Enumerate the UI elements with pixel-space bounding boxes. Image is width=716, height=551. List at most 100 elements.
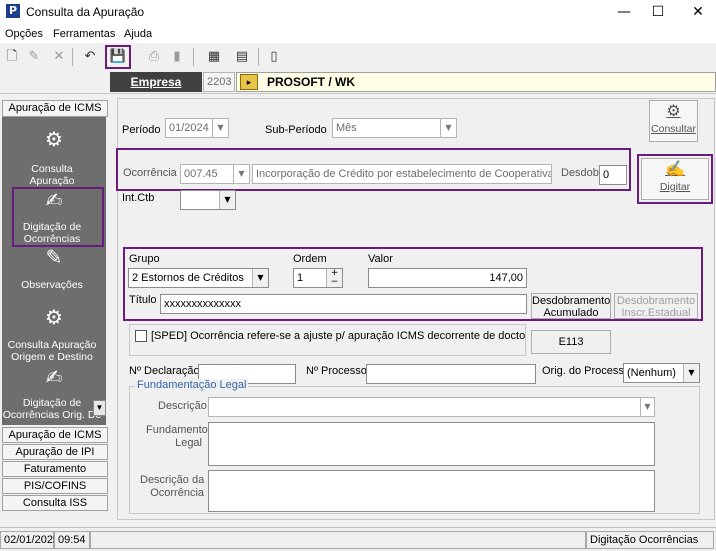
digitar-button[interactable]: ✍ Digitar xyxy=(641,158,709,200)
grupo-value: 2 Estornos de Créditos xyxy=(132,272,244,284)
undo-icon[interactable]: ↶ xyxy=(80,47,100,67)
nav-scroll-down-icon[interactable]: ▼ xyxy=(93,400,106,416)
label-line: Legal xyxy=(175,437,202,449)
descricao-ocorrencia-label: Descrição da Ocorrência xyxy=(140,474,204,500)
nav-item-label: Apuração xyxy=(29,175,75,187)
exit-door-icon[interactable]: ▯ xyxy=(264,47,284,67)
chevron-down-icon: ▼ xyxy=(233,165,249,183)
ocorrencia-code-select[interactable]: 007.45 ▼ xyxy=(180,164,250,184)
calculator-icon[interactable]: ▦ xyxy=(204,47,224,67)
descricao-ocorrencia-textarea[interactable] xyxy=(208,470,655,512)
processo-label: Nº Processo xyxy=(306,365,367,377)
titulo-label: Título xyxy=(129,294,157,306)
ordem-label: Ordem xyxy=(293,253,327,265)
observacoes-icon[interactable]: ✎ xyxy=(40,245,68,269)
ocorrencia-code: 007.45 xyxy=(184,168,218,180)
chevron-down-icon: ▼ xyxy=(212,119,228,137)
close-button[interactable]: ✕ xyxy=(683,2,713,22)
periodo-select[interactable]: 01/2024 ▼ xyxy=(165,118,229,138)
button-label: Acumulado xyxy=(543,307,599,319)
label-line: Ocorrência xyxy=(150,487,204,499)
consulta-origem-destino-icon[interactable]: ⚙ xyxy=(40,305,68,329)
status-message xyxy=(90,531,586,549)
nav-item-observacoes[interactable]: Observações xyxy=(2,279,102,291)
nav-button-pis-cofins[interactable]: PIS/COFINS xyxy=(2,478,108,494)
empresa-label: Empresa xyxy=(110,72,202,92)
fundamento-legal-textarea[interactable] xyxy=(208,422,655,466)
button-label: Desdobramento xyxy=(532,295,611,307)
nav-item-label: Digitação de xyxy=(22,397,82,409)
nav-item-consulta-origem-destino[interactable]: Consulta Apuração Origem e Destino xyxy=(2,339,102,363)
subperiodo-value: Mês xyxy=(336,122,357,134)
print-icon[interactable]: ⎙ xyxy=(144,47,164,67)
new-document-icon[interactable]: 🗋 xyxy=(2,47,22,67)
empresa-code-field[interactable]: 2203 xyxy=(203,72,235,92)
maximize-button[interactable]: ☐ xyxy=(643,2,673,22)
button-label: Inscr.Estadual xyxy=(621,307,691,319)
nav-button-faturamento[interactable]: Faturamento xyxy=(2,461,108,477)
dirf-icon[interactable]: ▤ xyxy=(232,47,252,67)
chevron-down-icon: ▼ xyxy=(683,364,699,382)
minimize-button[interactable]: — xyxy=(609,2,639,22)
save-icon[interactable]: 💾 xyxy=(108,47,128,67)
book-icon[interactable]: ▮ xyxy=(167,47,187,67)
orig-processo-label: Orig. do Processo xyxy=(542,365,631,377)
e113-button[interactable]: E113 xyxy=(531,330,611,354)
subperiodo-select[interactable]: Mês ▼ xyxy=(332,118,457,138)
nav-item-digitacao-orig-destino[interactable]: Digitação de Ocorrências Orig. De xyxy=(2,397,102,421)
valor-field[interactable]: 147,00 xyxy=(368,268,527,288)
button-label: Desdobramento xyxy=(616,295,696,307)
desdobramento-inscr-estadual-button[interactable]: Desdobramento Inscr.Estadual xyxy=(614,293,698,319)
nav-item-consulta-apuracao[interactable]: Consulta Apuração xyxy=(2,163,102,187)
digitacao-highlight xyxy=(12,187,104,247)
nav-dark-panel: ⚙ Consulta Apuração ✍ Digitação de Ocorr… xyxy=(2,117,106,425)
grupo-select[interactable]: 2 Estornos de Créditos ▼ xyxy=(128,268,269,288)
periodo-value: 01/2024 xyxy=(169,122,209,134)
nav-item-label: Consulta xyxy=(31,163,73,175)
empresa-name: PROSOFT / WK xyxy=(236,72,716,92)
nav-button-consulta-iss[interactable]: Consulta ISS xyxy=(2,495,108,511)
toolbar-separator xyxy=(258,48,259,66)
intctb-select[interactable]: ▼ xyxy=(180,190,236,210)
desdob-field[interactable]: 0 xyxy=(599,165,627,185)
titulo-field[interactable]: xxxxxxxxxxxxxx xyxy=(160,294,527,314)
label-line: Descrição da xyxy=(140,474,205,486)
chevron-down-icon: ▼ xyxy=(640,398,654,416)
sped-checkbox[interactable] xyxy=(135,330,147,342)
digitar-label: Digitar xyxy=(659,181,691,193)
periodo-label: Período xyxy=(122,124,161,136)
descricao-select[interactable]: ▼ xyxy=(208,397,655,417)
digitacao-origem-destino-icon[interactable]: ✍ xyxy=(40,365,68,389)
nav-header-apuracao-icms[interactable]: Apuração de ICMS xyxy=(2,100,108,117)
chevron-down-icon: ▼ xyxy=(252,269,268,287)
consultar-button[interactable]: ⚙ Consultar xyxy=(649,100,698,142)
toolbar-separator xyxy=(72,48,73,66)
menu-ajuda[interactable]: Ajuda xyxy=(124,28,152,40)
edit-icon[interactable]: ✎ xyxy=(24,47,44,67)
label-line: Fundamento xyxy=(146,424,208,436)
stepper-arrows-icon[interactable]: + − xyxy=(326,269,342,287)
consultar-icon: ⚙ xyxy=(666,103,681,120)
chevron-down-icon: ▼ xyxy=(440,119,456,137)
app-logo-icon: P xyxy=(6,4,20,18)
status-time: 09:54 xyxy=(54,531,90,549)
consulta-apuracao-icon[interactable]: ⚙ xyxy=(40,127,68,151)
delete-icon[interactable]: ✕ xyxy=(49,47,69,67)
menu-ferramentas[interactable]: Ferramentas xyxy=(53,28,115,40)
nav-button-icms-st[interactable]: Apuração de ICMS ST xyxy=(2,427,108,455)
descricao-label: Descrição xyxy=(158,400,207,412)
open-folder-icon[interactable]: ▸ xyxy=(240,74,258,90)
ordem-stepper[interactable]: 1 + − xyxy=(293,268,343,288)
orig-processo-select[interactable]: (Nenhum) ▼ xyxy=(623,363,700,383)
nav-item-label: Origem e Destino xyxy=(11,351,93,363)
menu-opcoes[interactable]: Opções xyxy=(5,28,43,40)
window-title: Consulta da Apuração xyxy=(26,5,145,19)
desdob-label: Desdob. xyxy=(561,167,602,179)
nav-item-label: Consulta Apuração xyxy=(7,339,97,351)
desdobramento-acumulado-button[interactable]: Desdobramento Acumulado xyxy=(531,293,611,319)
fundamento-legal-label: Fundamento Legal xyxy=(146,424,208,450)
ocorrencia-description: Incorporação de Crédito por estabelecime… xyxy=(252,164,552,184)
grupo-label: Grupo xyxy=(129,253,160,265)
processo-field[interactable] xyxy=(366,364,536,384)
nav-button-ipi[interactable]: Apuração de IPI xyxy=(2,444,108,460)
